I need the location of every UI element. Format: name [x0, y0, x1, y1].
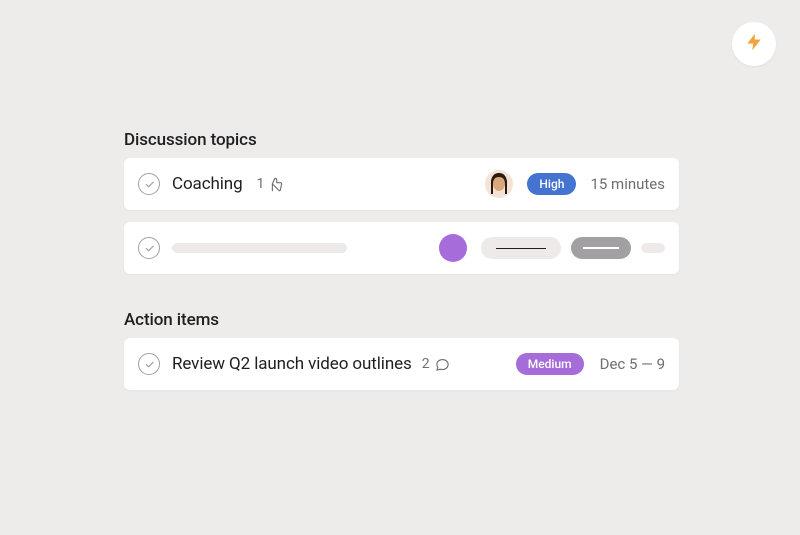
complete-toggle[interactable]: [138, 353, 160, 375]
task-row[interactable]: Review Q2 launch video outlines 2 Medium…: [124, 338, 679, 390]
placeholder-pill: [571, 237, 631, 259]
placeholder-text: [641, 243, 665, 253]
priority-badge-medium[interactable]: Medium: [516, 353, 584, 375]
placeholder-pill: [481, 237, 561, 259]
section-header-discussion: Discussion topics: [124, 130, 679, 150]
duration-text: 15 minutes: [576, 175, 665, 193]
comment-icon: [435, 357, 450, 372]
section-header-action: Action items: [124, 310, 679, 330]
assignee-avatar[interactable]: [485, 170, 513, 198]
task-row[interactable]: Coaching 1 High 15 minutes: [124, 158, 679, 210]
comment-group[interactable]: 2: [422, 356, 450, 372]
complete-toggle: [138, 237, 160, 259]
task-title: Coaching: [172, 174, 243, 194]
like-group[interactable]: 1: [257, 176, 284, 192]
task-title: Review Q2 launch video outlines: [172, 354, 412, 374]
lightning-icon: [744, 32, 764, 56]
placeholder-avatar: [439, 234, 467, 262]
priority-badge-high[interactable]: High: [527, 173, 576, 195]
like-count: 1: [257, 176, 265, 192]
complete-toggle[interactable]: [138, 173, 160, 195]
automation-badge[interactable]: [732, 22, 776, 66]
placeholder-title: [172, 243, 347, 253]
comment-count: 2: [422, 356, 430, 372]
task-row-placeholder: [124, 222, 679, 274]
date-range: Dec 5 — 9: [600, 355, 665, 373]
thumbs-up-icon: [268, 177, 283, 192]
